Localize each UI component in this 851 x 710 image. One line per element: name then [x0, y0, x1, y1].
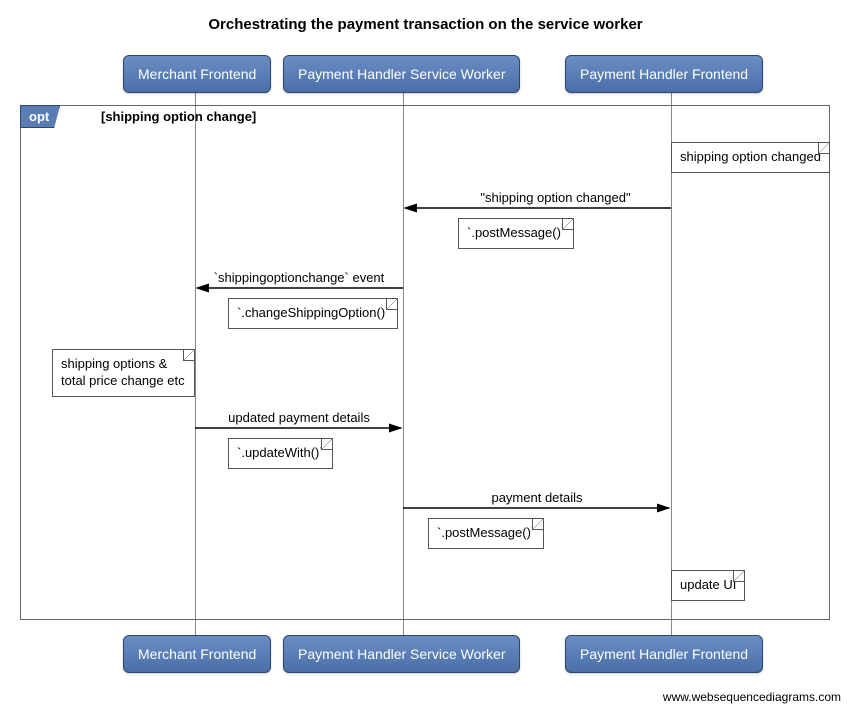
attribution: www.websequencediagrams.com	[663, 690, 841, 704]
arrows-layer	[0, 0, 851, 710]
